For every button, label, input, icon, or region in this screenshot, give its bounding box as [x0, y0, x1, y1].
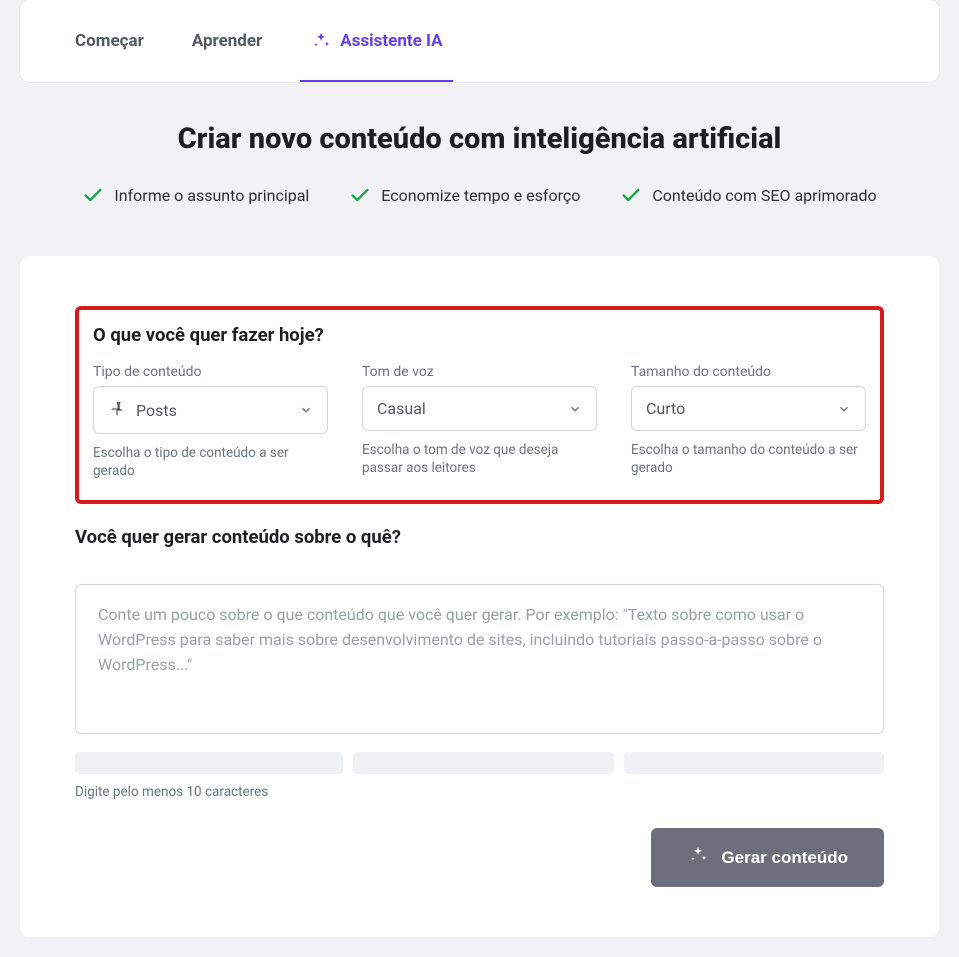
- benefit-2-text: Economize tempo e esforço: [381, 186, 580, 205]
- check-icon: [620, 184, 642, 206]
- tab-start[interactable]: Começar: [75, 0, 144, 82]
- tone-value: Casual: [377, 399, 426, 418]
- tone-column: Tom de voz Casual Escolha o tom de voz q…: [362, 364, 597, 480]
- tabs-card: Começar Aprender Assistente IA: [20, 0, 939, 82]
- section-title-topic: Você quer gerar conteúdo sobre o quê?: [75, 526, 884, 548]
- content-type-label: Tipo de conteúdo: [93, 364, 328, 380]
- benefits-row: Informe o assunto principal Economize te…: [20, 184, 939, 206]
- sparkle-icon: [310, 30, 332, 52]
- length-column: Tamanho do conteúdo Curto Escolha o tama…: [631, 364, 866, 480]
- topic-textarea[interactable]: [75, 584, 884, 734]
- tab-ai-label: Assistente IA: [340, 31, 442, 51]
- highlighted-options-box: O que você quer fazer hoje? Tipo de cont…: [75, 306, 884, 504]
- tab-learn[interactable]: Aprender: [192, 0, 262, 82]
- content-type-column: Tipo de conteúdo Posts Escolha o tipo de: [93, 364, 328, 480]
- suggestions-skeleton-row: [75, 752, 884, 774]
- chevron-down-icon: [299, 403, 313, 417]
- benefit-1-text: Informe o assunto principal: [114, 186, 309, 205]
- benefit-3: Conteúdo com SEO aprimorado: [620, 184, 876, 206]
- suggestion-skeleton: [75, 752, 343, 774]
- actions-row: Gerar conteúdo: [75, 828, 884, 887]
- content-type-select[interactable]: Posts: [93, 386, 328, 434]
- tone-select[interactable]: Casual: [362, 386, 597, 431]
- chevron-down-icon: [568, 402, 582, 416]
- tab-ai-assistant[interactable]: Assistente IA: [310, 0, 442, 82]
- length-help: Escolha o tamanho do conteúdo a ser gera…: [631, 441, 866, 477]
- check-icon: [82, 184, 104, 206]
- page-title: Criar novo conteúdo com inteligência art…: [20, 122, 939, 156]
- content-type-help: Escolha o tipo de conteúdo a ser gerado: [93, 444, 328, 480]
- form-card: O que você quer fazer hoje? Tipo de cont…: [20, 256, 939, 937]
- chevron-down-icon: [837, 402, 851, 416]
- benefit-3-text: Conteúdo com SEO aprimorado: [652, 186, 876, 205]
- generate-button-label: Gerar conteúdo: [721, 848, 848, 868]
- section-title-options: O que você quer fazer hoje?: [93, 324, 866, 346]
- benefit-2: Economize tempo e esforço: [349, 184, 580, 206]
- tabs: Começar Aprender Assistente IA: [75, 0, 884, 82]
- tab-learn-label: Aprender: [192, 31, 262, 51]
- pin-icon: [108, 399, 126, 421]
- benefit-1: Informe o assunto principal: [82, 184, 309, 206]
- tone-help: Escolha o tom de voz que deseja passar a…: [362, 441, 597, 477]
- generate-button[interactable]: Gerar conteúdo: [651, 828, 884, 887]
- tone-label: Tom de voz: [362, 364, 597, 380]
- suggestion-skeleton: [624, 752, 884, 774]
- tab-start-label: Começar: [75, 31, 144, 51]
- options-row: Tipo de conteúdo Posts Escolha o tipo de: [93, 364, 866, 480]
- min-chars-hint: Digite pelo menos 10 caracteres: [75, 784, 884, 800]
- sparkle-icon: [687, 844, 709, 871]
- length-label: Tamanho do conteúdo: [631, 364, 866, 380]
- length-select[interactable]: Curto: [631, 386, 866, 431]
- length-value: Curto: [646, 399, 685, 418]
- suggestion-skeleton: [353, 752, 613, 774]
- content-type-value: Posts: [136, 401, 177, 420]
- check-icon: [349, 184, 371, 206]
